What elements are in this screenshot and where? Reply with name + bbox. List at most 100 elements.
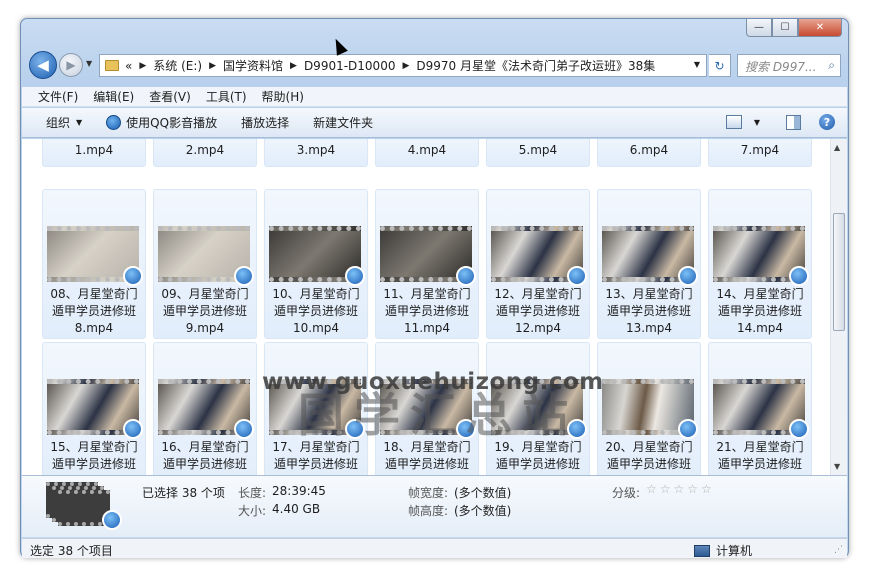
explorer-window: — ☐ ✕ ◀ ▶ ▼ « ▶ 系统 (E:) ▶ 国学资料馆 ▶ D9901-… bbox=[20, 18, 849, 558]
vertical-scrollbar[interactable]: ▲ ▼ bbox=[830, 139, 847, 475]
scroll-up-icon[interactable]: ▲ bbox=[834, 143, 840, 152]
file-name-line: 遁甲学员进修班 bbox=[162, 304, 247, 318]
breadcrumb-range[interactable]: D9901-D10000 bbox=[304, 59, 396, 73]
rating-label: 分级: bbox=[612, 486, 641, 500]
recent-pages-dropdown[interactable]: ▼ bbox=[86, 59, 92, 68]
frame-height-label: 帧高度: bbox=[408, 504, 449, 518]
minimize-button[interactable]: — bbox=[746, 19, 772, 37]
close-button[interactable]: ✕ bbox=[798, 19, 842, 37]
file-name: 13、月星堂奇门 遁甲学员进修班 13.mp4 bbox=[598, 286, 700, 337]
file-tile[interactable]: 16、月星堂奇门遁甲学员进修班16.mp4 bbox=[153, 342, 257, 475]
qq-player-icon bbox=[789, 419, 809, 439]
file-name-line: 13、月星堂奇门 bbox=[605, 287, 693, 301]
arrow-left-icon: ◀ bbox=[37, 56, 49, 74]
file-name-line: 1.mp4 bbox=[74, 143, 114, 157]
length-label: 长度: bbox=[238, 486, 267, 500]
file-name: 09、月星堂奇门 遁甲学员进修班 9.mp4 bbox=[154, 286, 256, 337]
file-name-line: 12、月星堂奇门 bbox=[494, 287, 582, 301]
file-tile[interactable]: 遁甲学员进修班1.mp4 bbox=[42, 139, 146, 167]
address-dropdown[interactable]: ▼ bbox=[694, 60, 700, 69]
view-dropdown-icon[interactable]: ▼ bbox=[754, 118, 760, 127]
menu-edit[interactable]: 编辑(E) bbox=[93, 88, 134, 105]
file-tile[interactable]: 13、月星堂奇门 遁甲学员进修班 13.mp4 bbox=[597, 189, 701, 339]
menu-tools[interactable]: 工具(T) bbox=[206, 88, 247, 105]
status-location-label: 计算机 bbox=[716, 544, 753, 558]
scroll-down-icon[interactable]: ▼ bbox=[834, 462, 840, 471]
menu-help[interactable]: 帮助(H) bbox=[262, 88, 304, 105]
length-value: 28:39:45 bbox=[272, 484, 326, 498]
refresh-icon: ↻ bbox=[714, 58, 725, 73]
file-name-line: 遁甲学员进修班 bbox=[384, 304, 469, 318]
search-icon[interactable]: ⌕ bbox=[828, 58, 835, 73]
rating-stars[interactable]: ☆☆☆☆☆ bbox=[646, 482, 715, 496]
breadcrumb-overflow[interactable]: « bbox=[125, 59, 132, 73]
file-name-line: 遁甲学员进修班 bbox=[273, 457, 358, 471]
breadcrumb-library[interactable]: 国学资料馆 bbox=[223, 57, 283, 74]
file-name: 11、月星堂奇门 遁甲学员进修班 11.mp4 bbox=[376, 286, 478, 337]
file-tile[interactable]: 20、月星堂奇门遁甲学员进修班20.mp4 bbox=[597, 342, 701, 475]
details-pane: 已选择 38 个项 长度: 28:39:45 大小: 4.40 GB 帧宽度: … bbox=[22, 475, 847, 537]
file-tile[interactable]: 遁甲学员进修班4.mp4 bbox=[375, 139, 479, 167]
file-name-line: 遁甲学员进修班 bbox=[606, 457, 691, 471]
file-name-line: 遁甲学员进修班 bbox=[51, 304, 136, 318]
play-with-qq-button[interactable]: 使用QQ影音播放 bbox=[106, 114, 217, 131]
file-name-line: 13.mp4 bbox=[625, 321, 673, 335]
file-name: 遁甲学员进修班6.mp4 bbox=[598, 139, 700, 159]
file-tile[interactable]: 遁甲学员进修班6.mp4 bbox=[597, 139, 701, 167]
menu-view[interactable]: 查看(V) bbox=[149, 88, 191, 105]
frame-width-label: 帧宽度: bbox=[408, 486, 449, 500]
file-name: 遁甲学员进修班4.mp4 bbox=[376, 139, 478, 159]
qq-player-icon bbox=[123, 266, 143, 286]
file-name-line: 2.mp4 bbox=[185, 143, 225, 157]
chevron-right-icon[interactable]: ▶ bbox=[139, 61, 146, 71]
scrollbar-thumb[interactable] bbox=[833, 213, 845, 331]
back-button[interactable]: ◀ bbox=[29, 51, 57, 79]
search-input[interactable]: 搜索 D997... ⌕ bbox=[737, 54, 841, 77]
file-name-line: 3.mp4 bbox=[296, 143, 336, 157]
refresh-button[interactable]: ↻ bbox=[709, 54, 731, 77]
arrow-right-icon: ▶ bbox=[66, 58, 76, 72]
file-tile[interactable]: 21、月星堂奇门遁甲学员进修班21.mp4 bbox=[708, 342, 812, 475]
file-tile[interactable]: 11、月星堂奇门 遁甲学员进修班 11.mp4 bbox=[375, 189, 479, 339]
new-folder-button[interactable]: 新建文件夹 bbox=[313, 114, 373, 131]
chevron-right-icon[interactable]: ▶ bbox=[402, 61, 409, 71]
preview-pane-icon[interactable] bbox=[786, 114, 801, 130]
file-name: 遁甲学员进修班5.mp4 bbox=[487, 139, 589, 159]
chevron-right-icon[interactable]: ▶ bbox=[290, 61, 297, 71]
breadcrumb-current[interactable]: D9970 月星堂《法术奇门弟子改运班》38集 bbox=[416, 57, 655, 74]
file-tile[interactable]: 遁甲学员进修班7.mp4 bbox=[708, 139, 812, 167]
chevron-right-icon[interactable]: ▶ bbox=[209, 61, 216, 71]
file-name-line: 11、月星堂奇门 bbox=[383, 287, 471, 301]
address-bar[interactable]: « ▶ 系统 (E:) ▶ 国学资料馆 ▶ D9901-D10000 ▶ D99… bbox=[99, 54, 707, 77]
file-tile[interactable]: 09、月星堂奇门 遁甲学员进修班 9.mp4 bbox=[153, 189, 257, 339]
file-tile[interactable]: 08、月星堂奇门 遁甲学员进修班 8.mp4 bbox=[42, 189, 146, 339]
file-tile[interactable]: 14、月星堂奇门 遁甲学员进修班 14.mp4 bbox=[708, 189, 812, 339]
file-view[interactable]: 遁甲学员进修班1.mp4遁甲学员进修班2.mp4遁甲学员进修班3.mp4遁甲学员… bbox=[22, 139, 847, 475]
status-location: 计算机 bbox=[694, 542, 752, 559]
organize-button[interactable]: 组织 ▼ bbox=[46, 114, 82, 131]
resize-grip-icon[interactable]: ⋰ bbox=[834, 545, 843, 555]
file-tile[interactable]: 15、月星堂奇门遁甲学员进修班15.mp4 bbox=[42, 342, 146, 475]
file-name-line: 11.mp4 bbox=[403, 321, 451, 335]
file-name: 20、月星堂奇门遁甲学员进修班20.mp4 bbox=[598, 439, 700, 475]
help-icon[interactable]: ? bbox=[819, 114, 835, 130]
file-name: 15、月星堂奇门遁甲学员进修班15.mp4 bbox=[43, 439, 145, 475]
file-tile[interactable]: 10、月星堂奇门 遁甲学员进修班 10.mp4 bbox=[264, 189, 368, 339]
command-bar: 组织 ▼ 使用QQ影音播放 播放选择 新建文件夹 ▼ ? bbox=[22, 108, 847, 138]
file-name: 16、月星堂奇门遁甲学员进修班16.mp4 bbox=[154, 439, 256, 475]
file-tile[interactable]: 遁甲学员进修班2.mp4 bbox=[153, 139, 257, 167]
menu-file[interactable]: 文件(F) bbox=[38, 88, 78, 105]
file-tile[interactable]: 遁甲学员进修班5.mp4 bbox=[486, 139, 590, 167]
file-name-line: 6.mp4 bbox=[629, 143, 669, 157]
menu-bar: 文件(F) 编辑(E) 查看(V) 工具(T) 帮助(H) bbox=[22, 87, 847, 107]
change-view-icon[interactable] bbox=[725, 115, 742, 129]
qq-player-icon bbox=[567, 266, 587, 286]
file-tile[interactable]: 遁甲学员进修班3.mp4 bbox=[264, 139, 368, 167]
play-selected-button[interactable]: 播放选择 bbox=[241, 114, 289, 131]
file-tile[interactable]: 12、月星堂奇门 遁甲学员进修班 12.mp4 bbox=[486, 189, 590, 339]
selection-thumbnail-stack bbox=[46, 482, 122, 530]
forward-button[interactable]: ▶ bbox=[59, 53, 83, 77]
maximize-button[interactable]: ☐ bbox=[772, 19, 798, 37]
breadcrumb-drive[interactable]: 系统 (E:) bbox=[153, 57, 202, 74]
file-name-line: 遁甲学员进修班 bbox=[495, 304, 580, 318]
